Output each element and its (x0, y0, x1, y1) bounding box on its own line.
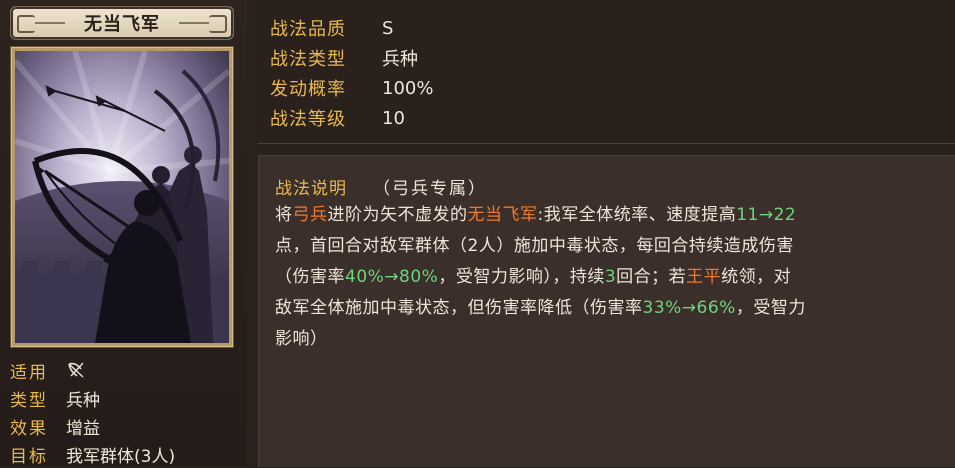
description-text: （伤害率 (275, 267, 345, 287)
highlight-text: 40%→80% (345, 267, 439, 287)
info-row-level: 战法等级 10 (270, 103, 433, 133)
tactic-name: 无当飞军 (84, 14, 160, 35)
bow-crossed-icon (66, 360, 86, 380)
attr-value: 兵种 (66, 390, 100, 411)
description-line: 将弓兵进阶为矢不虚发的无当飞军:我军全体统率、速度提高11→22 (275, 200, 947, 231)
description-text: 统领，对 (721, 267, 792, 287)
description-text: 敌军全体施加中毒状态，但伤害率降低（伤害率 (275, 298, 643, 318)
attr-row-target: 目标 我军群体(3人) (10, 440, 175, 468)
info-value: 兵种 (382, 49, 418, 70)
description-text: :我军全体统率、速度提高 (537, 205, 737, 225)
attr-value: 增益 (66, 418, 100, 439)
description-text: 回合；若 (616, 267, 687, 287)
attr-key: 目标 (10, 446, 48, 467)
info-value: 10 (382, 107, 405, 129)
description-text: ，受智力影响），持续 (438, 267, 605, 287)
info-value: 100% (382, 77, 434, 99)
highlight-text: 弓兵 (292, 205, 328, 225)
highlight-text: 3 (604, 267, 617, 287)
attr-key: 类型 (10, 390, 48, 411)
attr-key: 效果 (10, 418, 48, 439)
info-key: 发动概率 (270, 79, 346, 100)
description-text: 进阶为矢不虚发的 (327, 205, 468, 225)
troop-restriction-tag: （弓兵专属） (373, 179, 487, 199)
highlight-text: 无当飞军 (467, 205, 538, 225)
description-heading: 战法说明 (275, 179, 347, 199)
title-ornament-right (209, 15, 227, 33)
title-ornament-bar-right (179, 22, 209, 24)
info-value: S (382, 17, 394, 39)
description-text: 将 (275, 205, 293, 225)
attr-value: 我军群体(3人) (66, 446, 176, 467)
description-line: 敌军全体施加中毒状态，但伤害率降低（伤害率33%→66%，受智力 (275, 293, 947, 324)
title-ornament-bar-left (35, 22, 65, 24)
title-ornament-left (17, 15, 35, 33)
description-text: 影响） (275, 329, 328, 349)
highlight-text: 王平 (686, 267, 722, 287)
attr-row-type: 类型 兵种 (10, 384, 175, 412)
info-row-type: 战法类型 兵种 (270, 43, 433, 73)
info-key: 战法等级 (270, 109, 346, 130)
description-text: ，受智力 (735, 298, 806, 318)
card-attributes: 适用 类型 兵种 效果 增益 目标 我军群体(3人) (10, 356, 175, 468)
description-panel: 战法说明 （弓兵专属） 将弓兵进阶为矢不虚发的无当飞军:我军全体统率、速度提高11… (258, 155, 955, 467)
tactic-card (10, 46, 234, 348)
info-row-quality: 战法品质 S (270, 13, 433, 43)
column-divider (248, 0, 251, 466)
tactic-info-table: 战法品质 S 战法类型 兵种 发动概率 100% 战法等级 10 (270, 13, 433, 133)
tactic-title-plate: 无当飞军 (10, 6, 234, 40)
description-heading-row: 战法说明 （弓兵专属） (275, 174, 487, 199)
attr-row-applicable: 适用 (10, 356, 175, 384)
attr-row-effect: 效果 增益 (10, 412, 175, 440)
description-body: 将弓兵进阶为矢不虚发的无当飞军:我军全体统率、速度提高11→22 点，首回合对敌军… (275, 200, 947, 355)
section-divider (258, 143, 955, 144)
info-key: 战法品质 (270, 19, 346, 40)
highlight-text: 33%→66% (642, 298, 736, 318)
info-row-probability: 发动概率 100% (270, 73, 433, 103)
description-text: 点，首回合对敌军群体（2人）施加中毒状态，每回合持续造成伤害 (275, 236, 794, 256)
description-line: （伤害率40%→80%，受智力影响），持续3回合；若王平统领，对 (275, 262, 947, 293)
highlight-text: 11→22 (736, 205, 797, 225)
info-key: 战法类型 (270, 49, 346, 70)
attr-key: 适用 (10, 362, 48, 383)
description-line: 影响） (275, 324, 947, 355)
description-line: 点，首回合对敌军群体（2人）施加中毒状态，每回合持续造成伤害 (275, 231, 947, 262)
tactic-card-artwork (15, 51, 229, 343)
